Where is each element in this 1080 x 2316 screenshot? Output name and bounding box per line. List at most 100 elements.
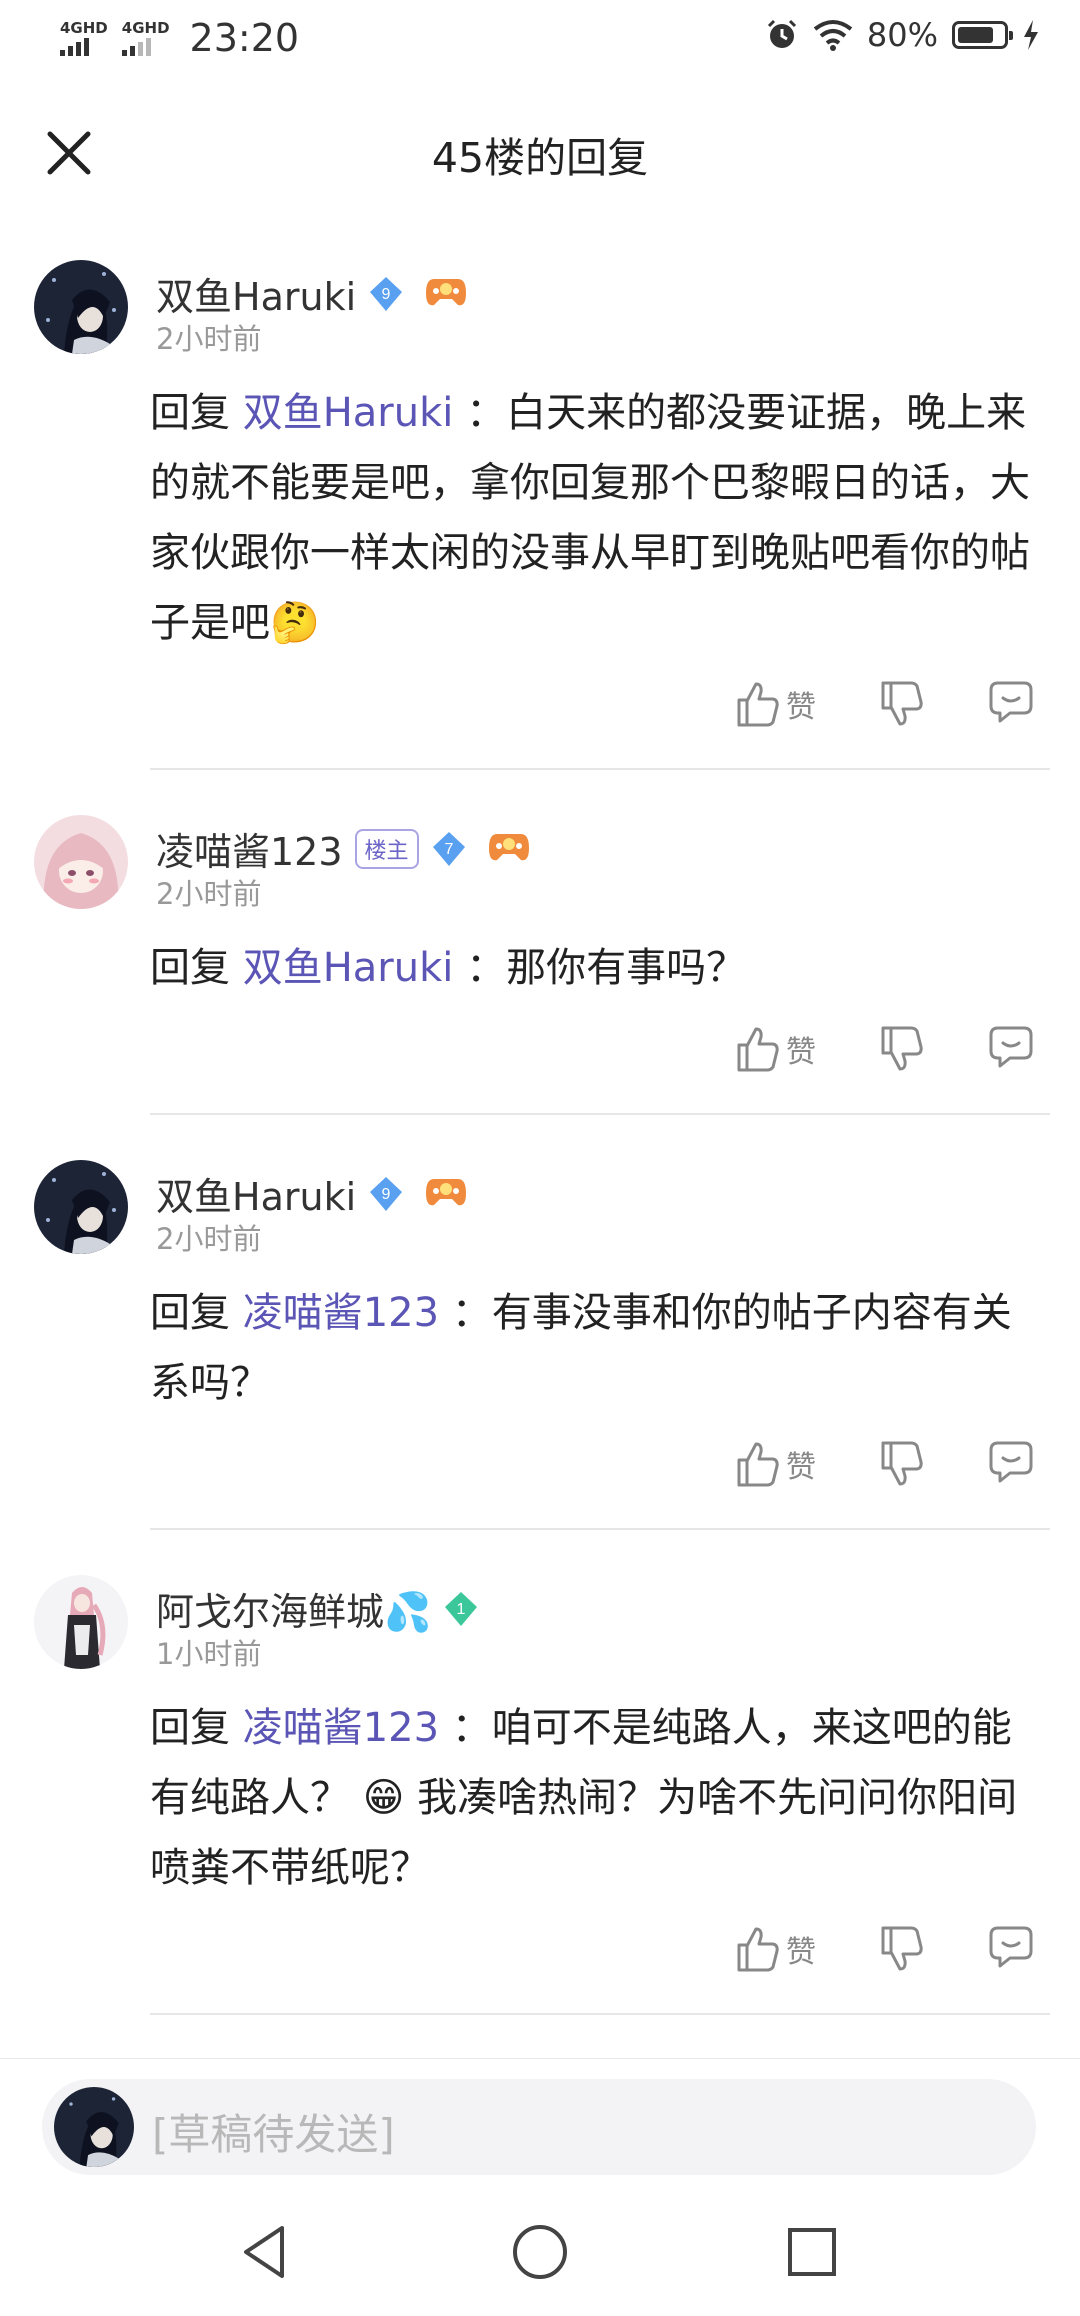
level-badge: 9	[366, 274, 406, 314]
comment-text: 回复 凌喵酱123 ：有事没事和你的帖子内容有关系吗？	[150, 1278, 1050, 1418]
reply-button[interactable]	[988, 1925, 1034, 1973]
comment-item: 双鱼Haruki 9 2小时前 回复 凌喵酱123 ：有事没事和你的帖子内容有关…	[0, 1160, 1080, 1530]
thumbs-down-icon	[881, 681, 923, 726]
reply-button[interactable]	[988, 1025, 1034, 1073]
thumbs-down-icon	[881, 1026, 923, 1071]
comment-bubble-icon	[989, 681, 1033, 723]
thumbs-down-icon	[881, 1926, 923, 1971]
back-button[interactable]	[236, 2222, 296, 2286]
gamepad-icon	[424, 275, 468, 313]
comment-bubble-icon	[989, 1026, 1033, 1068]
timestamp: 2小时前	[156, 877, 262, 911]
dislike-button[interactable]	[880, 1025, 924, 1077]
reply-input[interactable]: [草稿待发送]	[42, 2079, 1036, 2175]
reply-prefix: 回复	[150, 945, 230, 991]
dislike-button[interactable]	[880, 1925, 924, 1977]
level-number: 9	[382, 1186, 391, 1203]
mention-link[interactable]: 凌喵酱123	[243, 1290, 439, 1336]
username[interactable]: 阿戈尔海鲜城💦	[156, 1581, 431, 1636]
avatar[interactable]	[34, 1575, 128, 1669]
status-right: 80%	[765, 16, 1040, 54]
divider	[150, 2013, 1050, 2015]
gamepad-icon	[487, 830, 531, 868]
header: 45楼的回复	[0, 100, 1080, 204]
input-placeholder: [草稿待发送]	[152, 2110, 395, 2159]
recents-square-icon	[788, 2228, 836, 2276]
like-button[interactable]: 赞	[736, 1440, 816, 1488]
like-label: 赞	[786, 690, 816, 725]
signal-icon: 4GHD	[121, 18, 170, 56]
reply-button[interactable]	[988, 680, 1034, 728]
comment-text: 回复 凌喵酱123 ：咱可不是纯路人，来这吧的能有纯路人？ 😁 我凑啥热闹？为啥…	[150, 1693, 1050, 1903]
divider	[150, 1113, 1050, 1115]
user-row: 双鱼Haruki 9	[156, 1166, 468, 1221]
battery-icon	[952, 21, 1013, 49]
avatar[interactable]	[34, 1160, 128, 1254]
level-badge: 9	[366, 1174, 406, 1214]
username[interactable]: 双鱼Haruki	[156, 1166, 356, 1221]
emoji: 😁	[362, 1775, 405, 1821]
level-number: 7	[444, 841, 453, 858]
timestamp: 2小时前	[156, 1222, 262, 1256]
user-row: 双鱼Haruki 9	[156, 266, 468, 321]
level-badge: 1	[441, 1589, 481, 1629]
status-left: 4GHD 4GHD 23:20	[60, 16, 299, 60]
mention-link[interactable]: 双鱼Haruki	[243, 945, 454, 991]
recents-button[interactable]	[782, 2222, 842, 2286]
timestamp: 1小时前	[156, 1637, 262, 1671]
status-bar: 4GHD 4GHD 23:20 80%	[0, 0, 1080, 84]
divider	[150, 768, 1050, 770]
home-circle-icon	[513, 2225, 567, 2279]
comment-actions: 赞	[0, 680, 1080, 740]
avatar[interactable]	[34, 260, 128, 354]
timestamp: 2小时前	[156, 322, 262, 356]
dislike-button[interactable]	[880, 680, 924, 732]
emoji: 🤔	[270, 600, 320, 646]
comment-bubble-icon	[989, 1926, 1033, 1968]
my-avatar	[54, 2087, 134, 2167]
thumbs-up-icon	[737, 682, 779, 727]
comment-bubble-icon	[989, 1441, 1033, 1483]
gamepad-icon	[424, 1175, 468, 1213]
reply-prefix: 回复	[150, 1290, 230, 1336]
like-label: 赞	[786, 1450, 816, 1485]
username[interactable]: 凌喵酱123	[156, 821, 343, 876]
like-button[interactable]: 赞	[736, 1025, 816, 1073]
network-type-label: 4GHD	[60, 18, 108, 37]
alarm-icon	[767, 19, 796, 48]
system-nav-bar	[0, 2194, 1080, 2316]
reply-prefix: 回复	[150, 390, 230, 436]
comment-body: ：那你有事吗？	[466, 945, 747, 991]
like-button[interactable]: 赞	[736, 680, 816, 728]
host-badge: 楼主	[354, 828, 419, 869]
thumbs-up-icon	[737, 1027, 779, 1072]
mention-link[interactable]: 凌喵酱123	[243, 1705, 439, 1751]
charging-icon	[1024, 20, 1038, 50]
mention-link[interactable]: 双鱼Haruki	[243, 390, 454, 436]
back-triangle-icon	[244, 2226, 284, 2278]
comment-item: 凌喵酱123 楼主 7 2小时前 回复 双鱼Haruki ：那你有事吗？ 赞	[0, 815, 1080, 1115]
avatar[interactable]	[34, 815, 128, 909]
divider	[150, 1528, 1050, 1530]
network-type-label: 4GHD	[121, 18, 170, 37]
comment-item: 阿戈尔海鲜城💦 1 1小时前 回复 凌喵酱123 ：咱可不是纯路人，来这吧的能有…	[0, 1575, 1080, 2015]
level-badge: 7	[429, 829, 469, 869]
comment-item: 双鱼Haruki 9 2小时前 回复 双鱼Haruki ：白天来的都没要证据，晚…	[0, 260, 1080, 770]
thumbs-up-icon	[737, 1927, 779, 1972]
home-button[interactable]	[510, 2222, 570, 2286]
like-label: 赞	[786, 1935, 816, 1970]
like-button[interactable]: 赞	[736, 1925, 816, 1973]
comment-actions: 赞	[0, 1025, 1080, 1085]
comment-actions: 赞	[0, 1440, 1080, 1500]
signal-icon: 4GHD	[60, 18, 108, 56]
thumbs-up-icon	[737, 1442, 779, 1487]
user-row: 凌喵酱123 楼主 7	[156, 821, 531, 876]
dislike-button[interactable]	[880, 1440, 924, 1492]
thumbs-down-icon	[881, 1441, 923, 1486]
reply-button[interactable]	[988, 1440, 1034, 1488]
username[interactable]: 双鱼Haruki	[156, 266, 356, 321]
level-number: 1	[457, 1601, 466, 1618]
comment-text: 回复 双鱼Haruki ：那你有事吗？	[150, 933, 1050, 1003]
page-title: 45楼的回复	[431, 134, 649, 182]
clock: 23:20	[189, 16, 300, 60]
